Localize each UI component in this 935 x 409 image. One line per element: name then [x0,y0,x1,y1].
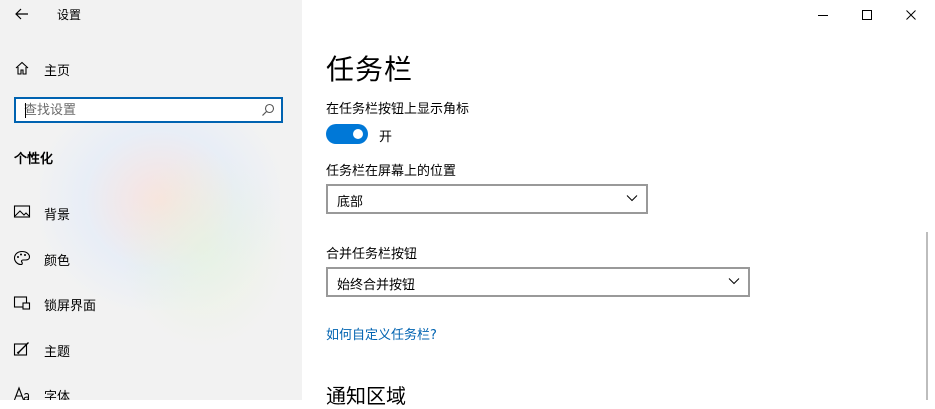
theme-icon [13,341,29,356]
title-bar: 设置 [0,0,302,30]
sidebar-item-label: 背景 [44,208,71,223]
section-title: 个性化 [14,152,54,167]
palette-icon [13,250,31,265]
taskbar-position-label: 任务栏在屏幕上的位置 [326,164,457,179]
chevron-down-icon [626,195,638,202]
taskbar-position-dropdown[interactable]: 底部 [326,184,648,214]
customize-taskbar-help-link[interactable]: 如何自定义任务栏? [326,324,437,343]
show-badges-label: 在任务栏按钮上显示角标 [326,102,470,117]
combine-buttons-dropdown[interactable]: 始终合并按钮 [326,267,750,297]
sidebar-item-label: 颜色 [44,253,71,269]
search-icon[interactable] [261,103,275,117]
toggle-state-text: 开 [379,130,393,145]
dropdown-value: 始终合并按钮 [337,278,416,293]
maximize-icon [862,10,872,20]
maximize-button[interactable] [844,0,890,30]
close-button[interactable] [888,0,934,30]
home-icon [15,61,29,75]
close-icon [906,10,916,20]
search-input[interactable] [24,102,254,118]
page-title: 任务栏 [326,53,414,86]
toggle-knob [353,129,363,139]
sidebar-nav: 背景 颜色 锁屏界面 主题 字体 [0,198,302,400]
app-title: 设置 [57,8,82,22]
dropdown-value: 底部 [337,195,364,210]
back-button[interactable] [10,4,34,24]
sidebar: 设置 主页 个性化 背景 颜色 [0,0,302,400]
text-caret [25,103,26,118]
font-icon [13,386,29,400]
sidebar-item-fonts[interactable]: 字体 [0,380,302,400]
lock-screen-icon [13,296,31,310]
main-content: 任务栏 在任务栏按钮上显示角标 开 任务栏在屏幕上的位置 底部 合并任务栏按钮 … [302,0,935,408]
sidebar-item-label: 主页 [44,64,71,79]
search-field[interactable] [14,97,283,123]
sidebar-item-label: 主题 [44,344,71,360]
sidebar-item-themes[interactable]: 主题 [0,335,302,381]
minimize-icon [818,15,828,16]
combine-buttons-label: 合并任务栏按钮 [326,247,418,262]
show-badges-toggle[interactable] [326,124,368,144]
sidebar-item-lock-screen[interactable]: 锁屏界面 [0,289,302,335]
sidebar-item-label: 字体 [44,390,71,400]
picture-icon [13,205,31,218]
sidebar-item-home[interactable]: 主页 [0,55,302,81]
sidebar-item-label: 锁屏界面 [44,299,97,314]
notification-area-heading: 通知区域 [326,384,406,408]
sidebar-item-background[interactable]: 背景 [0,198,302,244]
back-arrow-icon [15,8,28,20]
scrollbar[interactable] [926,232,928,400]
chevron-down-icon [728,278,740,285]
sidebar-item-colors[interactable]: 颜色 [0,244,302,290]
minimize-button[interactable] [800,0,846,30]
